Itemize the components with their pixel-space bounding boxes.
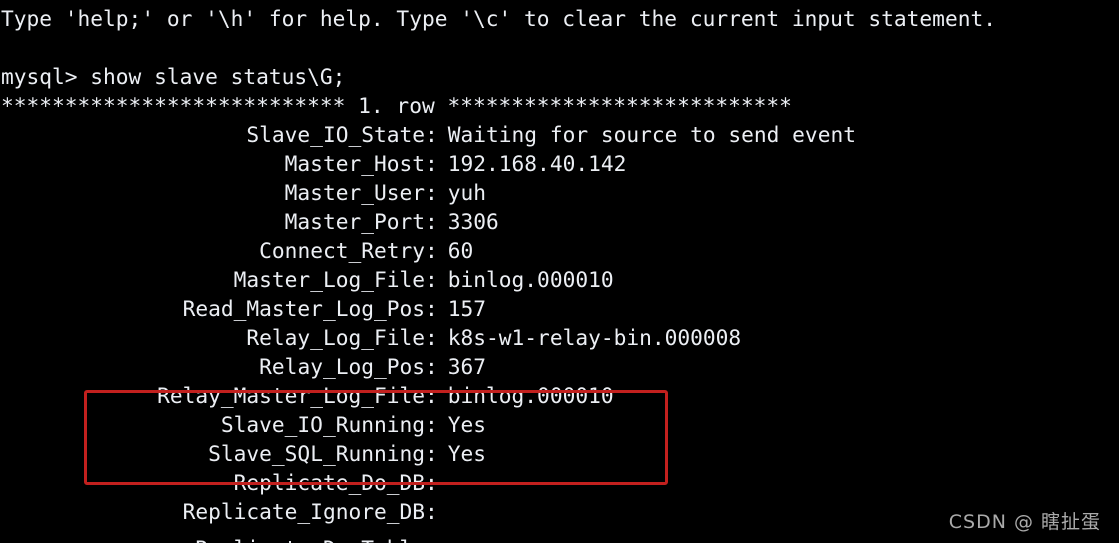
- field-label: Slave_IO_State: [246, 122, 425, 147]
- field-label: Slave_SQL_Running: [208, 441, 425, 466]
- field-value: 3306: [447, 209, 499, 234]
- field-row-relay-log-file: Relay_Log_File: k8s-w1-relay-bin.000008: [0, 323, 1119, 352]
- terminal-output: Type 'help;' or '\h' for help. Type '\c'…: [0, 4, 1119, 526]
- field-colon: :: [425, 122, 438, 147]
- field-value: yuh: [447, 180, 487, 205]
- field-colon: :: [425, 151, 438, 176]
- field-value: Waiting for source to send event: [447, 122, 856, 147]
- field-row-master-port: Master_Port: 3306: [0, 207, 1119, 236]
- field-label: Master_User: [284, 180, 425, 205]
- mysql-prompt-line: mysql> show slave status\G;: [1, 64, 346, 89]
- field-colon: :: [425, 412, 438, 437]
- field-value: k8s-w1-relay-bin.000008: [447, 325, 742, 350]
- field-colon: :: [425, 180, 438, 205]
- field-colon: :: [425, 536, 438, 543]
- field-row-read-master-log-pos: Read_Master_Log_Pos: 157: [0, 294, 1119, 323]
- field-label: Replicate_Do_DB: [233, 470, 425, 495]
- field-value: Yes: [447, 441, 487, 466]
- field-value: 367: [447, 354, 487, 379]
- field-row-slave-io-running: Slave_IO_Running: Yes: [0, 410, 1119, 439]
- clipped-bottom-row: Replicate_Do_Table:: [0, 535, 1119, 543]
- field-colon: :: [425, 470, 438, 495]
- field-row-relay-log-pos: Relay_Log_Pos: 367: [0, 352, 1119, 381]
- field-value: binlog.000010: [447, 267, 614, 292]
- field-value: binlog.000010: [447, 383, 614, 408]
- field-colon: :: [425, 325, 438, 350]
- field-colon: :: [425, 354, 438, 379]
- field-label: Slave_IO_Running: [220, 412, 425, 437]
- field-row-relay-master-log-file: Relay_Master_Log_File: binlog.000010: [0, 381, 1119, 410]
- field-colon: :: [425, 383, 438, 408]
- field-row-master-user: Master_User: yuh: [0, 178, 1119, 207]
- field-colon: :: [425, 499, 438, 524]
- row-separator-line: *************************** 1. row *****…: [1, 93, 792, 118]
- help-hint-line: Type 'help;' or '\h' for help. Type '\c'…: [1, 6, 996, 31]
- field-value: 60: [447, 238, 474, 263]
- field-label: Relay_Master_Log_File: [157, 383, 425, 408]
- field-label: Read_Master_Log_Pos: [182, 296, 425, 321]
- field-row-slave-io-state: Slave_IO_State: Waiting for source to sen…: [0, 120, 1119, 149]
- field-label: Replicate_Ignore_DB: [182, 499, 425, 524]
- field-colon: :: [425, 296, 438, 321]
- terminal-window[interactable]: Type 'help;' or '\h' for help. Type '\c'…: [0, 0, 1119, 543]
- field-label: Replicate_Do_Table: [1, 535, 425, 543]
- field-value: 192.168.40.142: [447, 151, 627, 176]
- field-row-replicate-do-table: Replicate_Do_Table:: [0, 535, 1119, 543]
- field-colon: :: [425, 441, 438, 466]
- field-row-slave-sql-running: Slave_SQL_Running: Yes: [0, 439, 1119, 468]
- field-label: Connect_Retry: [259, 238, 425, 263]
- field-row-replicate-do-db: Replicate_Do_DB:: [0, 468, 1119, 497]
- field-label: Relay_Log_File: [246, 325, 425, 350]
- field-label: Relay_Log_Pos: [259, 354, 425, 379]
- field-row-connect-retry: Connect_Retry: 60: [0, 236, 1119, 265]
- field-colon: :: [425, 267, 438, 292]
- field-value: Yes: [447, 412, 487, 437]
- field-label: Master_Log_File: [233, 267, 425, 292]
- field-colon: :: [425, 209, 438, 234]
- field-label: Master_Host: [284, 151, 425, 176]
- field-colon: :: [425, 238, 438, 263]
- field-label: Master_Port: [284, 209, 425, 234]
- field-row-master-host: Master_Host: 192.168.40.142: [0, 149, 1119, 178]
- field-value: 157: [447, 296, 487, 321]
- field-row-master-log-file: Master_Log_File: binlog.000010: [0, 265, 1119, 294]
- csdn-watermark: CSDN @ 瞎扯蛋: [948, 511, 1101, 533]
